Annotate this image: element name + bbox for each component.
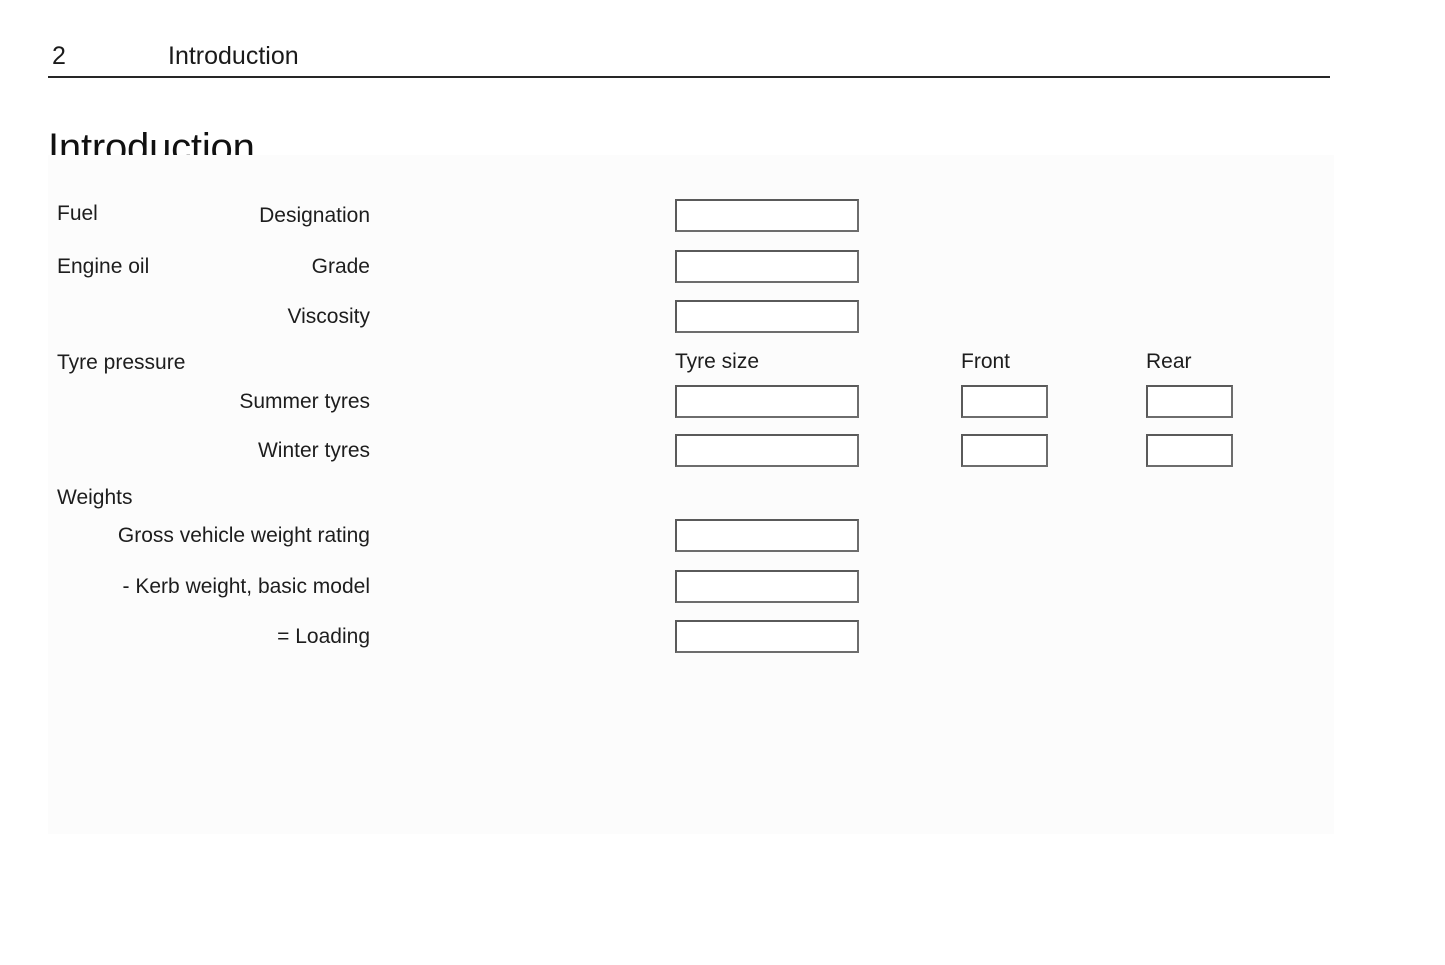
input-gross-vehicle-weight-rating[interactable] — [675, 519, 859, 552]
field-label-gross-vehicle-weight-rating: Gross vehicle weight rating — [117, 524, 370, 547]
page-number: 2 — [52, 42, 66, 70]
field-label-kerb-weight-basic-model: - Kerb weight, basic model — [122, 575, 370, 598]
input-viscosity[interactable] — [675, 300, 859, 333]
input-designation[interactable] — [675, 199, 859, 232]
column-header-front: Front — [961, 350, 1011, 373]
input-loading[interactable] — [675, 620, 859, 653]
input-summer-tyres[interactable] — [675, 385, 859, 418]
input-grade[interactable] — [675, 250, 859, 283]
input-kerb-weight-basic-model[interactable] — [675, 570, 859, 603]
chapter-name: Introduction — [168, 42, 299, 70]
field-label-loading: = Loading — [277, 625, 370, 648]
field-label-designation: Designation — [259, 204, 370, 227]
field-label-viscosity: Viscosity — [287, 305, 370, 328]
input-winter-tyres[interactable] — [675, 434, 859, 467]
column-header-rear: Rear — [1146, 350, 1192, 373]
input-winter-tyres-front[interactable] — [961, 434, 1048, 467]
section-label-weights: Weights — [57, 486, 133, 509]
column-header-tyre-size: Tyre size — [675, 350, 760, 373]
field-label-grade: Grade — [311, 255, 370, 278]
running-header: 2 Introduction — [48, 40, 1330, 78]
document-page: 2 Introduction Introduction Fuel Engine o… — [0, 0, 1445, 965]
section-label-engine-oil: Engine oil — [57, 255, 150, 278]
input-summer-tyres-rear[interactable] — [1146, 385, 1233, 418]
section-label-fuel: Fuel — [57, 202, 98, 225]
section-label-tyre-pressure: Tyre pressure — [57, 351, 186, 374]
field-label-winter-tyres: Winter tyres — [257, 439, 370, 462]
specification-form-panel: Fuel Engine oil Tyre pressure Weights Tyre … — [48, 155, 1334, 834]
input-winter-tyres-rear[interactable] — [1146, 434, 1233, 467]
field-label-summer-tyres: Summer tyres — [239, 390, 370, 413]
input-summer-tyres-front[interactable] — [961, 385, 1048, 418]
